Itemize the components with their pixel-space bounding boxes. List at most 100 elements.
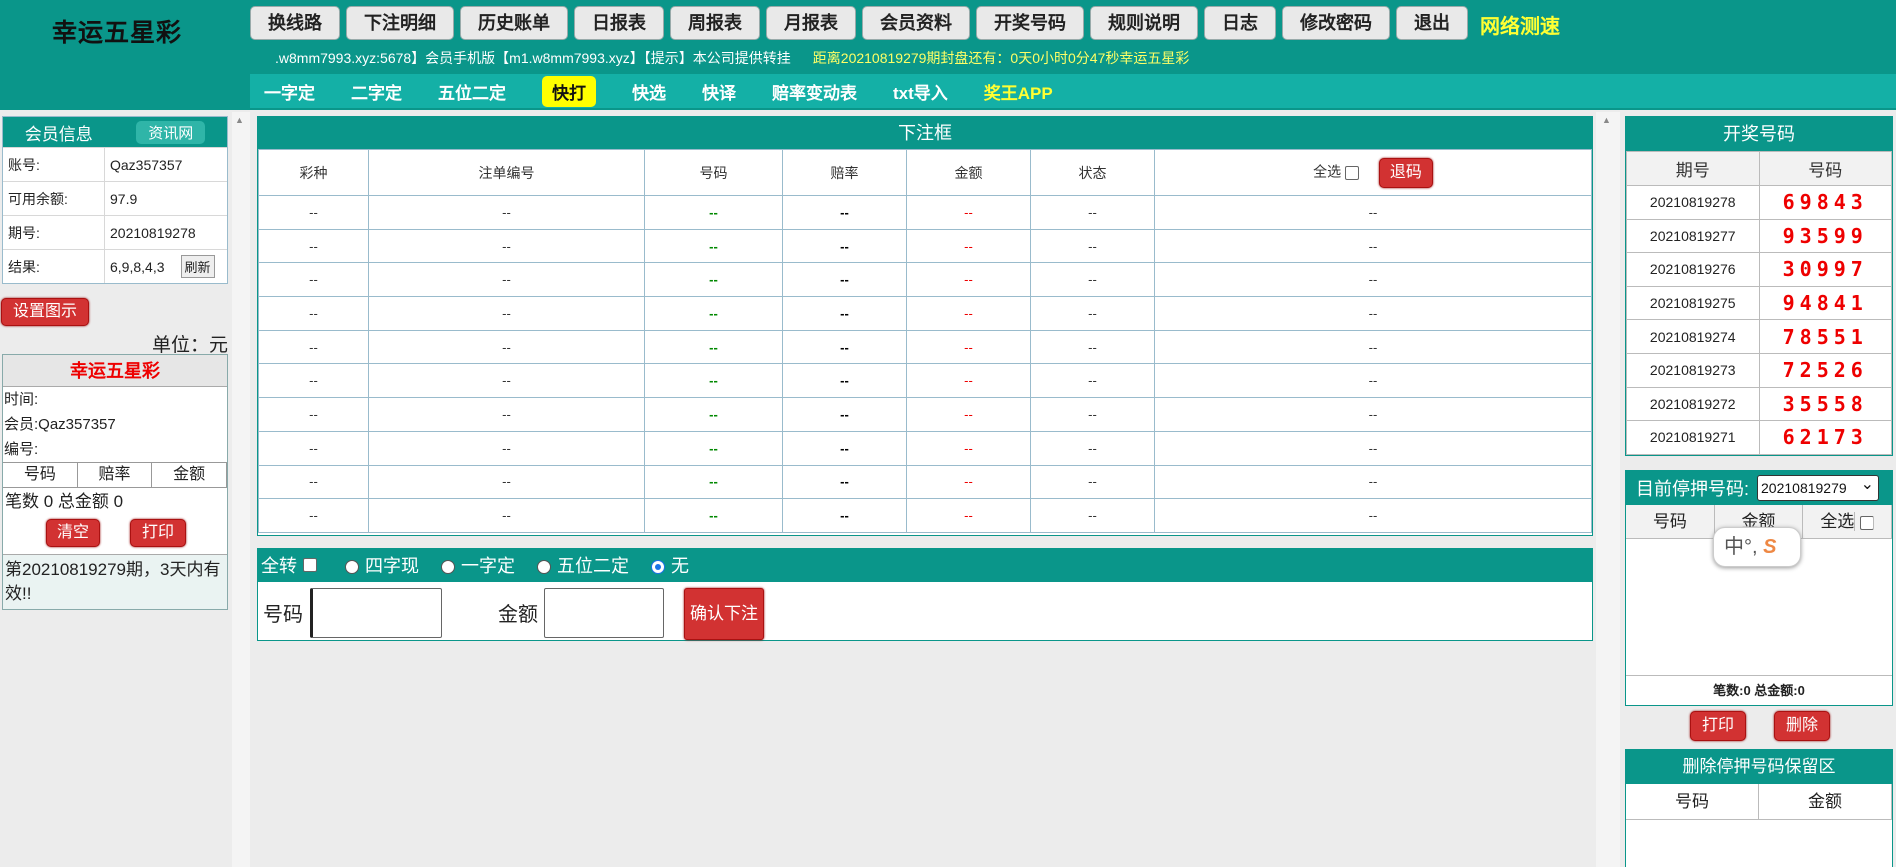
mode-label: 一字定 bbox=[461, 556, 515, 576]
nav-button[interactable]: 会员资料 bbox=[862, 6, 970, 40]
subnav-item[interactable]: 快译 bbox=[702, 79, 736, 104]
number-input[interactable] bbox=[310, 588, 442, 638]
mode-radio[interactable] bbox=[441, 560, 455, 575]
nav-button[interactable]: 周报表 bbox=[670, 6, 760, 40]
nav-button[interactable]: 历史账单 bbox=[460, 6, 568, 40]
bet-cell: -- bbox=[906, 262, 1031, 298]
bet-cell: -- bbox=[258, 498, 369, 533]
draw-period: 20210819272 bbox=[1626, 386, 1760, 422]
subnav-item[interactable]: 奖王APP bbox=[984, 79, 1053, 104]
bet-cell: -- bbox=[644, 464, 783, 500]
center-scrollbar[interactable] bbox=[1596, 112, 1620, 867]
print-button[interactable]: 打印 bbox=[130, 519, 186, 547]
bet-cell: -- bbox=[906, 296, 1031, 331]
select-all-checkbox[interactable] bbox=[1345, 165, 1359, 180]
info-value: 20210819278 bbox=[105, 225, 227, 241]
col-order-id: 注单编号 bbox=[368, 149, 645, 196]
subnav-item[interactable]: 一字定 bbox=[264, 79, 315, 104]
draw-row: 20210819271 62173 bbox=[1626, 420, 1892, 455]
nav-button[interactable]: 开奖号码 bbox=[976, 6, 1084, 40]
draw-row: 20210819277 93599 bbox=[1626, 218, 1892, 254]
bet-cell: -- bbox=[644, 430, 783, 466]
network-test-link[interactable]: 网络测速 bbox=[1480, 10, 1560, 39]
nav-button[interactable]: 下注明细 bbox=[346, 6, 454, 40]
ime-mode-text: 中°, bbox=[1724, 536, 1758, 558]
info-site-button[interactable]: 资讯网 bbox=[136, 120, 206, 144]
bet-cell: -- bbox=[782, 329, 907, 365]
bet-cell: -- bbox=[258, 195, 369, 230]
draw-period: 20210819276 bbox=[1626, 252, 1760, 287]
reserve-table-header: 号码 金额 bbox=[1626, 784, 1892, 820]
nav-button[interactable]: 修改密码 bbox=[1282, 6, 1390, 40]
bet-cell: -- bbox=[906, 397, 1031, 432]
stop-delete-button[interactable]: 删除 bbox=[1774, 711, 1830, 741]
settings-button[interactable]: 设置图示 bbox=[1, 298, 89, 326]
bet-cell: -- bbox=[906, 464, 1031, 500]
subnav-item[interactable]: txt导入 bbox=[893, 79, 948, 104]
bet-cell: -- bbox=[1154, 397, 1592, 432]
stop-print-button[interactable]: 打印 bbox=[1690, 711, 1746, 741]
subnav-item[interactable]: 二字定 bbox=[351, 79, 402, 104]
info-key: 期号: bbox=[3, 216, 105, 249]
mode-option[interactable]: 一字定 bbox=[441, 552, 515, 578]
nav-button[interactable]: 换线路 bbox=[250, 6, 340, 40]
stop-col-select: 全选 bbox=[1803, 505, 1893, 538]
full-turn-checkbox[interactable] bbox=[303, 558, 317, 572]
confirm-bet-button[interactable]: 确认下注 bbox=[684, 588, 764, 640]
bet-cell: -- bbox=[906, 228, 1031, 264]
subnav-item[interactable]: 赔率变动表 bbox=[772, 79, 857, 104]
col-select: 全选 退码 bbox=[1154, 149, 1592, 196]
info-value-text: 20210819278 bbox=[110, 224, 196, 241]
mode-option[interactable]: 四字现 bbox=[345, 552, 419, 578]
col-odds: 赔率 bbox=[782, 149, 907, 196]
bet-cell: -- bbox=[782, 363, 907, 399]
bet-cell: -- bbox=[368, 195, 645, 230]
member-info-row: 结果: 6,9,8,4,3 刷新 bbox=[3, 249, 227, 283]
bet-cell: -- bbox=[906, 498, 1031, 533]
refresh-button[interactable]: 刷新 bbox=[180, 255, 215, 278]
draw-numbers: 69843 bbox=[1758, 185, 1892, 220]
sub-nav: 一字定 二字定 五位二定 快打 快选 快译 赔率变动表 txt导入 奖王APP bbox=[250, 74, 1896, 108]
info-value-text: 6,9,8,4,3 bbox=[110, 258, 165, 275]
mode-option[interactable]: 五位二定 bbox=[537, 552, 629, 578]
draw-numbers: 35558 bbox=[1758, 386, 1892, 422]
mode-option[interactable]: 无 bbox=[651, 552, 689, 578]
mode-label: 四字现 bbox=[365, 556, 419, 576]
mode-radio[interactable] bbox=[651, 560, 665, 575]
mode-radio[interactable] bbox=[345, 560, 359, 575]
clear-button[interactable]: 清空 bbox=[46, 519, 100, 547]
bet-cell: -- bbox=[1030, 430, 1155, 466]
nav-button[interactable]: 日报表 bbox=[574, 6, 664, 40]
left-scrollbar[interactable] bbox=[232, 112, 250, 867]
ime-toolbar[interactable]: 中°, S bbox=[1713, 527, 1801, 567]
bet-cell: -- bbox=[258, 430, 369, 466]
draw-period: 20210819274 bbox=[1626, 319, 1760, 354]
nav-button[interactable]: 日志 bbox=[1204, 6, 1276, 40]
period-select[interactable]: 20210819279 bbox=[1757, 473, 1880, 501]
stop-select-all-checkbox[interactable] bbox=[1860, 515, 1875, 530]
stop-col-number: 号码 bbox=[1626, 505, 1715, 538]
scroll-up-icon[interactable]: ▲ bbox=[1602, 115, 1611, 125]
draw-numbers: 94841 bbox=[1758, 285, 1892, 321]
print-panel: 幸运五星彩 时间: 会员:Qaz357357 编号: 号码 赔率 金额 笔数 0… bbox=[2, 354, 228, 610]
bet-row: -- -- -- -- -- -- -- bbox=[258, 430, 1592, 466]
subnav-item[interactable]: 快打 bbox=[542, 75, 596, 107]
bet-cell: -- bbox=[644, 397, 783, 432]
mode-radio[interactable] bbox=[537, 560, 551, 575]
bet-cell: -- bbox=[782, 296, 907, 331]
scroll-up-icon[interactable]: ▲ bbox=[235, 115, 244, 125]
bet-cell: -- bbox=[368, 430, 645, 466]
nav-button[interactable]: 月报表 bbox=[766, 6, 856, 40]
nav-button[interactable]: 退出 bbox=[1396, 6, 1468, 40]
subnav-item[interactable]: 五位二定 bbox=[438, 79, 506, 104]
full-turn-label: 全转 bbox=[261, 556, 297, 576]
bet-cell: -- bbox=[782, 228, 907, 264]
bet-cell: -- bbox=[1154, 195, 1592, 230]
subnav-item[interactable]: 快选 bbox=[632, 79, 666, 104]
nav-button[interactable]: 规则说明 bbox=[1090, 6, 1198, 40]
draw-period: 20210819277 bbox=[1626, 218, 1760, 254]
draw-period: 20210819273 bbox=[1626, 352, 1760, 388]
refund-button[interactable]: 退码 bbox=[1378, 157, 1433, 188]
amount-input[interactable] bbox=[544, 588, 664, 638]
bet-cell: -- bbox=[368, 262, 645, 298]
